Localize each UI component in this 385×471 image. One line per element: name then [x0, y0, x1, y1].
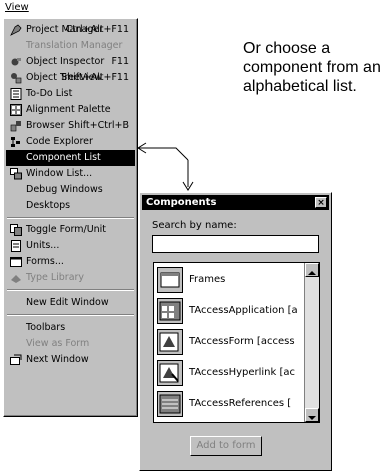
- close-button[interactable]: ×: [315, 197, 327, 208]
- list-item[interactable]: TAccessForm [access: [157, 327, 297, 357]
- menu-item-next-window[interactable]: Next Window: [6, 352, 135, 368]
- view-menu: Project Manager Ctrl+Alt+F11 Translation…: [3, 18, 138, 417]
- units-icon: [11, 240, 21, 252]
- menu-item-browser[interactable]: Browser Shift+Ctrl+B: [6, 118, 135, 134]
- access-form-icon: [157, 329, 183, 355]
- menu-item-todo-list[interactable]: To-Do List: [6, 86, 135, 102]
- object-inspector-icon: [11, 58, 21, 66]
- components-titlebar[interactable]: Components ×: [142, 195, 329, 210]
- list-item[interactable]: TAccessApplication [a: [157, 296, 298, 326]
- menu-separator: [7, 217, 134, 219]
- menu-item-window-list[interactable]: Window List...: [6, 166, 135, 182]
- todo-icon: [10, 88, 22, 100]
- menu-item-toggle-form-unit[interactable]: Toggle Form/Unit: [6, 222, 135, 238]
- menu-item-desktops[interactable]: Desktops: [6, 198, 135, 214]
- frames-icon: [157, 267, 183, 293]
- list-item[interactable]: Frames: [157, 265, 297, 295]
- menu-item-toolbars[interactable]: Toolbars: [6, 320, 135, 336]
- access-hyperlink-icon: [157, 360, 183, 386]
- window-title: Components: [146, 197, 217, 208]
- alignment-icon: [10, 104, 22, 116]
- menu-item-debug-windows[interactable]: Debug Windows: [6, 182, 135, 198]
- arrow-up-icon: [308, 271, 316, 275]
- arrow-down-icon: [308, 416, 316, 420]
- menu-item-code-explorer[interactable]: Code Explorer: [6, 134, 135, 150]
- menu-item-component-list[interactable]: Component List: [6, 150, 135, 166]
- menu-item-type-library[interactable]: Type Library: [6, 270, 135, 286]
- menu-separator: [7, 314, 134, 316]
- browser-icon: [10, 121, 21, 132]
- scroll-up-button[interactable]: [305, 263, 319, 277]
- menu-item-object-treeview[interactable]: Object TreeView Shift+Alt+F11: [6, 70, 135, 86]
- menu-separator: [7, 289, 134, 291]
- treeview-icon: [11, 73, 22, 84]
- list-scrollbar[interactable]: [304, 263, 319, 422]
- menu-item-translation-manager[interactable]: Translation Manager: [6, 38, 135, 54]
- callout-text: Or choose a component from an alphabetic…: [243, 40, 381, 95]
- callout-arrow: [137, 142, 194, 191]
- project-manager-icon: [10, 24, 22, 36]
- menu-item-view-as-form[interactable]: View as Form: [6, 336, 135, 352]
- type-library-icon: [11, 275, 21, 283]
- menu-item-object-inspector[interactable]: Object Inspector F11: [6, 54, 135, 70]
- toggle-form-icon: [10, 224, 22, 236]
- code-explorer-icon: [11, 137, 20, 147]
- window-list-icon: [10, 168, 22, 180]
- access-references-icon: [157, 391, 183, 417]
- search-input[interactable]: [152, 235, 319, 253]
- search-label: Search by name:: [152, 220, 237, 231]
- components-window: Components × Search by name: Frames TAcc…: [139, 192, 332, 471]
- menu-item-alignment-palette[interactable]: Alignment Palette: [6, 102, 135, 118]
- access-application-icon: [157, 298, 183, 324]
- list-item[interactable]: TAccessReferences [: [157, 389, 297, 419]
- menu-item-new-edit-window[interactable]: New Edit Window: [6, 295, 135, 311]
- next-window-icon: [10, 354, 22, 365]
- menu-item-forms[interactable]: Forms...: [6, 254, 135, 270]
- list-item[interactable]: TAccessHyperlink [ac: [157, 358, 297, 388]
- view-menu-title[interactable]: View: [5, 2, 29, 13]
- menu-item-units[interactable]: Units...: [6, 238, 135, 254]
- component-list[interactable]: Frames TAccessApplication [a TAccessForm…: [153, 262, 320, 423]
- scroll-down-button[interactable]: [305, 408, 319, 422]
- forms-icon: [10, 257, 22, 267]
- menu-item-project-manager[interactable]: Project Manager Ctrl+Alt+F11: [6, 22, 135, 38]
- add-to-form-button[interactable]: Add to form: [190, 436, 262, 456]
